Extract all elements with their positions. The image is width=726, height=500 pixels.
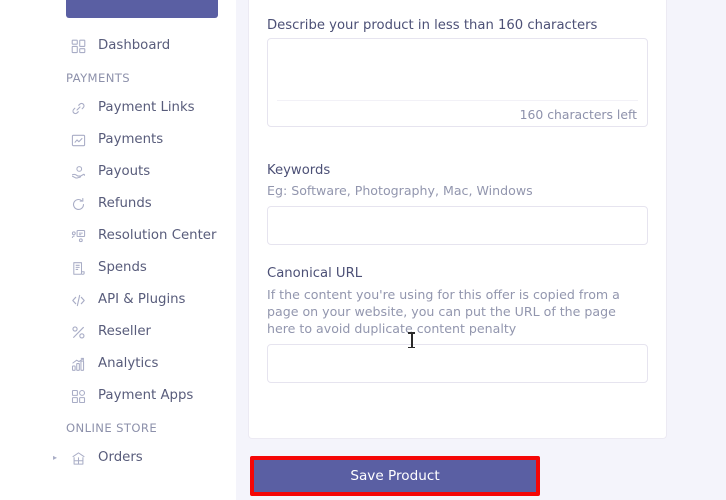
sidebar-section-online-store: ONLINE STORE bbox=[66, 421, 158, 435]
counter-divider bbox=[277, 99, 638, 101]
sidebar-item-api-plugins[interactable]: API & Plugins bbox=[0, 284, 236, 316]
sidebar-item-dashboard[interactable]: Dashboard bbox=[0, 30, 236, 62]
sidebar: Dashboard PAYMENTS Payment Links Payment… bbox=[0, 0, 236, 500]
percent-icon bbox=[68, 322, 88, 342]
sidebar-item-label: Resolution Center bbox=[98, 228, 217, 244]
sidebar-item-resolution-center[interactable]: Resolution Center bbox=[0, 220, 236, 252]
save-product-button[interactable]: Save Product bbox=[254, 460, 536, 492]
link-icon bbox=[68, 98, 88, 118]
document-icon bbox=[68, 258, 88, 278]
character-counter: 160 characters left bbox=[519, 106, 637, 122]
code-icon bbox=[68, 290, 88, 310]
keywords-label: Keywords bbox=[267, 162, 331, 178]
canonical-url-label: Canonical URL bbox=[267, 266, 363, 281]
canonical-url-hint: If the content you're using for this off… bbox=[267, 286, 620, 336]
sidebar-item-label: Payment Links bbox=[98, 100, 195, 116]
sidebar-item-label: Analytics bbox=[98, 356, 159, 372]
sidebar-item-payment-apps[interactable]: Payment Apps bbox=[0, 380, 236, 412]
app-root: Dashboard PAYMENTS Payment Links Payment… bbox=[0, 0, 726, 500]
keywords-field-group: Keywords Eg: Software, Photography, Mac,… bbox=[267, 162, 648, 245]
description-label: Describe your product in less than 160 c… bbox=[267, 18, 598, 33]
sidebar-section-payments: PAYMENTS bbox=[66, 71, 131, 85]
keywords-hint: Eg: Software, Photography, Mac, Windows bbox=[267, 183, 533, 198]
sidebar-item-label: Refunds bbox=[98, 196, 152, 212]
sidebar-item-label: API & Plugins bbox=[98, 292, 186, 308]
refund-arrow-icon bbox=[68, 194, 88, 214]
sidebar-item-payments[interactable]: Payments bbox=[0, 124, 236, 156]
chevron-right-icon[interactable]: ▸ bbox=[53, 454, 68, 462]
sidebar-item-orders[interactable]: ▸ Orders bbox=[0, 442, 236, 474]
sidebar-item-label: Reseller bbox=[98, 324, 151, 340]
hand-coin-icon bbox=[68, 162, 88, 182]
card-body: Describe your product in less than 160 c… bbox=[249, 0, 666, 383]
sidebar-item-payment-links[interactable]: Payment Links bbox=[0, 92, 236, 124]
main-content: Describe your product in less than 160 c… bbox=[236, 0, 726, 500]
analytics-bar-icon bbox=[68, 354, 88, 374]
canonical-url-field-group: Canonical URL If the content you're usin… bbox=[267, 266, 648, 383]
apps-grid-icon bbox=[68, 386, 88, 406]
store-icon bbox=[68, 448, 88, 468]
save-product-highlight: Save Product bbox=[250, 456, 540, 496]
sidebar-cta-button[interactable] bbox=[66, 0, 218, 18]
canonical-url-input[interactable] bbox=[267, 343, 648, 383]
sidebar-item-refunds[interactable]: Refunds bbox=[0, 188, 236, 220]
description-textarea[interactable]: 160 characters left bbox=[267, 37, 648, 127]
sidebar-item-spends[interactable]: Spends bbox=[0, 252, 236, 284]
grid-icon bbox=[68, 36, 88, 56]
chart-line-icon bbox=[68, 130, 88, 150]
sidebar-item-label: Spends bbox=[98, 260, 147, 276]
sidebar-item-label: Payments bbox=[98, 132, 164, 148]
description-field-group: Describe your product in less than 160 c… bbox=[267, 18, 648, 127]
resolution-icon bbox=[68, 226, 88, 246]
sidebar-item-payouts[interactable]: Payouts bbox=[0, 156, 236, 188]
sidebar-item-reseller[interactable]: Reseller bbox=[0, 316, 236, 348]
product-seo-card: Describe your product in less than 160 c… bbox=[248, 0, 667, 439]
keywords-input[interactable] bbox=[267, 206, 648, 245]
sidebar-item-label: Orders bbox=[98, 450, 143, 466]
sidebar-nav-list: Dashboard PAYMENTS Payment Links Payment… bbox=[0, 30, 236, 474]
sidebar-item-label: Payment Apps bbox=[98, 388, 194, 404]
sidebar-item-label: Dashboard bbox=[98, 38, 171, 54]
sidebar-item-label: Payouts bbox=[98, 164, 151, 180]
sidebar-item-analytics[interactable]: Analytics bbox=[0, 348, 236, 380]
